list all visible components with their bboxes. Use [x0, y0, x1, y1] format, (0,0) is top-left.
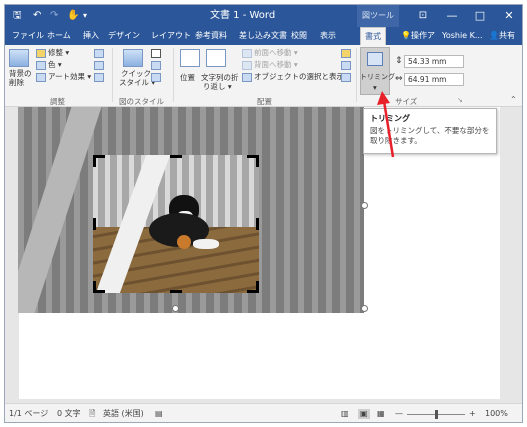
zoom-level[interactable]: 100% — [485, 409, 508, 419]
read-mode-icon[interactable]: ▥ — [341, 409, 349, 419]
annotation-arrow — [377, 91, 395, 158]
print-layout-icon[interactable]: ▣ — [358, 409, 370, 419]
page-count[interactable]: 1/1 ページ — [9, 409, 48, 419]
zoom-in-button[interactable]: + — [469, 409, 476, 419]
arrow-head — [377, 91, 390, 105]
word-window: 🖫 ↶ ↷ ✋ ▾ 文書 1 - Word 図ツール ⊡ — □ ✕ ファイル … — [4, 4, 523, 423]
word-count[interactable]: 0 文字 — [57, 409, 81, 419]
web-layout-icon[interactable]: ▦ — [377, 409, 385, 419]
proofing-icon[interactable]: 🗎 — [89, 409, 95, 419]
status-bar: 1/1 ページ 0 文字 🗎 英語 (米国) ▤ ▥ ▣ ▦ — + 100% — [5, 403, 522, 422]
arrow-shaft — [382, 100, 395, 158]
macro-icon[interactable]: ▤ — [155, 409, 163, 419]
zoom-out-button[interactable]: — — [395, 409, 403, 419]
language-indicator[interactable]: 英語 (米国) — [103, 409, 144, 419]
zoom-slider-thumb[interactable] — [435, 410, 438, 419]
